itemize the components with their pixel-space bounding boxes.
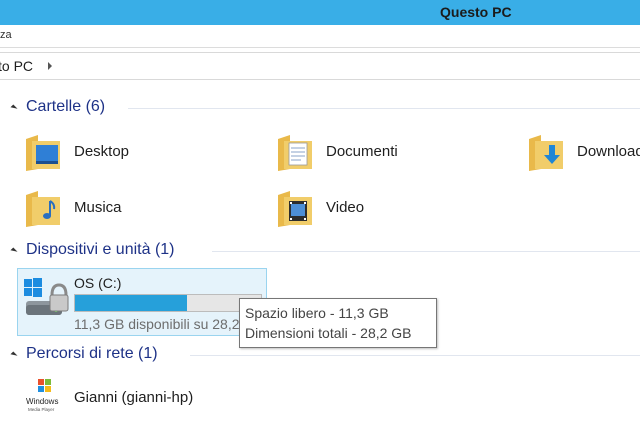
breadcrumb-chevron-icon[interactable] xyxy=(48,62,52,70)
group-header-folders[interactable]: Cartelle (6) xyxy=(0,98,640,118)
video-folder-icon xyxy=(278,191,312,227)
folder-name: Documenti xyxy=(326,143,398,160)
documents-folder-icon xyxy=(278,135,312,171)
collapse-arrow-icon[interactable] xyxy=(10,247,18,255)
folder-name: Desktop xyxy=(74,143,130,160)
group-header-devices[interactable]: Dispositivi e unità (1) xyxy=(0,241,640,261)
group-divider xyxy=(128,108,640,109)
address-bar[interactable]: to PC xyxy=(0,52,640,80)
drive-tooltip: Spazio libero - 11,3 GB Dimensioni total… xyxy=(239,298,437,348)
folder-item-music[interactable]: Musica xyxy=(24,185,184,229)
collapse-arrow-icon[interactable] xyxy=(10,351,18,359)
folder-item-documents[interactable]: Documenti xyxy=(276,129,436,173)
downloads-folder-icon xyxy=(529,135,563,171)
group-label-devices: Dispositivi e unità (1) xyxy=(26,241,175,258)
ribbon-tab[interactable]: za xyxy=(0,29,12,41)
windows-drive-icon xyxy=(24,278,69,315)
folder-name: Video xyxy=(326,199,365,216)
window-title: Questo PC xyxy=(440,4,512,20)
drive-free-space: 11,3 GB disponibili su 28,2 GB xyxy=(74,316,264,332)
network-item-gianni[interactable]: Windows Media Player Gianni (gianni-hp) xyxy=(24,375,284,419)
ribbon-tab-strip: za xyxy=(0,25,640,48)
svg-text:Media Player: Media Player xyxy=(28,407,55,412)
desktop-folder-icon xyxy=(26,135,60,171)
folder-item-video[interactable]: Video xyxy=(276,185,436,229)
folder-name: Musica xyxy=(74,199,122,216)
drive-name: OS (C:) xyxy=(74,275,122,291)
group-label-network: Percorsi di rete (1) xyxy=(26,345,158,362)
drive-usage-bar xyxy=(74,294,262,312)
drive-item-c[interactable]: OS (C:) 11,3 GB disponibili su 28,2 GB xyxy=(17,268,267,336)
tooltip-free-space: Spazio libero - 11,3 GB xyxy=(245,305,389,321)
folder-name: Download xyxy=(577,143,640,160)
drive-usage-fill xyxy=(75,295,187,311)
folder-item-downloads[interactable]: Download xyxy=(527,129,640,173)
group-label-folders: Cartelle (6) xyxy=(26,98,106,115)
breadcrumb-this-pc[interactable]: to PC xyxy=(0,58,33,74)
tooltip-total-size: Dimensioni totali - 28,2 GB xyxy=(245,325,412,341)
network-item-name: Gianni (gianni-hp) xyxy=(74,389,194,406)
music-folder-icon xyxy=(26,191,60,227)
title-bar: Questo PC xyxy=(0,0,640,25)
group-divider xyxy=(190,355,640,356)
folder-item-desktop[interactable]: Desktop xyxy=(24,129,184,173)
group-divider xyxy=(212,251,640,252)
svg-text:Windows: Windows xyxy=(26,397,58,406)
collapse-arrow-icon[interactable] xyxy=(10,104,18,112)
group-header-network[interactable]: Percorsi di rete (1) xyxy=(0,345,640,365)
windows-media-player-icon: Windows Media Player xyxy=(26,379,62,412)
